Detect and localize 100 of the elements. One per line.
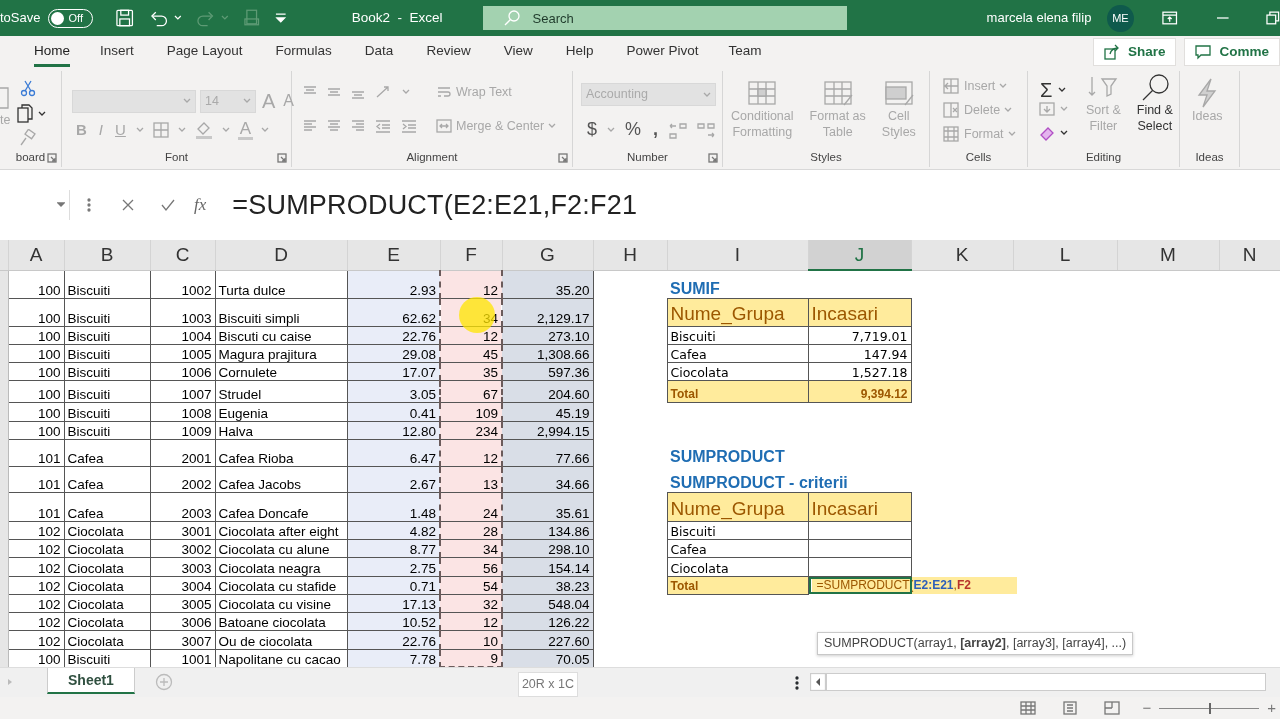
column-header[interactable]: I	[667, 240, 808, 270]
add-sheet-icon[interactable]	[154, 673, 173, 691]
group-label: Cells	[965, 150, 992, 166]
insert-function-button[interactable]: fx	[192, 192, 209, 218]
more-icon[interactable]	[794, 675, 801, 691]
table-cell: 3005	[150, 594, 215, 612]
ribbon-tab[interactable]: Formulas	[275, 36, 332, 68]
sheet-tab[interactable]: Sheet1	[47, 668, 135, 694]
table-cell: 1007	[150, 380, 215, 402]
font-name-field[interactable]	[72, 89, 196, 113]
scroll-tabs-icon[interactable]	[6, 677, 14, 687]
table-cell: 100	[8, 344, 64, 362]
comment-icon	[1195, 44, 1212, 60]
ribbon-tab[interactable]: Insert	[100, 36, 134, 68]
column-heading: Nume_Grupa	[667, 492, 808, 521]
restore-icon[interactable]	[1266, 11, 1280, 25]
borders-icon[interactable]	[151, 121, 170, 140]
dialog-launcher-icon[interactable]	[277, 153, 287, 163]
formula-field[interactable]: =SUMPRODUCT(E2:E21,F2:F21	[232, 184, 638, 226]
save-icon[interactable]	[115, 8, 135, 28]
column-heading: Incasari	[808, 492, 911, 521]
dialog-launcher-icon[interactable]	[708, 153, 718, 163]
ribbon-tab[interactable]: Review	[426, 36, 471, 68]
table-cell: Halva	[215, 421, 347, 439]
ribbon-tab[interactable]: View	[503, 36, 533, 68]
decrease-decimal-icon[interactable]	[696, 120, 717, 139]
fill-down-icon[interactable]	[1038, 101, 1056, 117]
table-cell: Strudel	[215, 380, 347, 402]
table-cell: Ciocolata neagra	[215, 557, 347, 576]
column-header[interactable]: K	[911, 240, 1013, 270]
table-cell: Biscuiti	[64, 270, 150, 298]
table-cell: 100	[8, 362, 64, 380]
dialog-launcher-icon[interactable]	[558, 153, 568, 163]
table-cell: 3002	[150, 539, 215, 557]
cancel-icon[interactable]	[121, 198, 135, 212]
column-header[interactable]: H	[593, 240, 667, 270]
page-break-icon[interactable]	[1104, 701, 1121, 715]
table-cell: 2001	[150, 439, 215, 466]
column-header[interactable]: D	[215, 240, 347, 270]
paste-icon[interactable]	[0, 85, 10, 111]
eraser-icon[interactable]	[1038, 125, 1056, 141]
find-select-button[interactable]: Find & Select	[1136, 73, 1173, 135]
table-cell: Cafea	[64, 439, 150, 466]
normal-view-icon[interactable]	[1020, 701, 1037, 715]
share-button[interactable]: Share	[1092, 38, 1177, 66]
caret-icon[interactable]	[1058, 87, 1067, 93]
column-header[interactable]: F	[440, 240, 502, 270]
zoom-slider-thumb[interactable]	[1209, 702, 1212, 714]
table-cell: 102	[8, 630, 64, 649]
table-cell: Ou de ciocolata	[215, 630, 347, 649]
table-cell: 1003	[150, 298, 215, 326]
table-cell: 102	[8, 576, 64, 594]
ribbon-tab[interactable]: Help	[565, 36, 594, 68]
section-title: SUMIF	[667, 270, 911, 298]
column-header[interactable]: B	[64, 240, 150, 270]
column-header[interactable]: L	[1013, 240, 1117, 270]
scroll-left-icon[interactable]	[810, 673, 827, 691]
table-cell: 2,129.17	[502, 298, 593, 326]
column-heading: Nume_Grupa	[667, 298, 808, 326]
enter-icon[interactable]	[160, 198, 176, 212]
autosum-button[interactable]: Σ	[1038, 75, 1055, 105]
currency-button[interactable]: $	[585, 116, 599, 143]
comments-button[interactable]: Comme	[1184, 38, 1280, 66]
page-layout-icon[interactable]	[1062, 701, 1079, 715]
group-label: Alignment	[406, 150, 458, 166]
ribbon-tab[interactable]: Power Pivot	[626, 36, 699, 68]
column-header[interactable]: M	[1117, 240, 1219, 270]
scissors-icon[interactable]	[20, 79, 36, 97]
avatar[interactable]: ME	[1107, 4, 1134, 32]
increase-indent-icon[interactable]	[400, 118, 418, 135]
percent-button[interactable]: %	[623, 116, 644, 143]
fill-color-icon[interactable]	[193, 120, 214, 141]
table-cell: 34.66	[502, 466, 593, 492]
group-label: Font	[165, 150, 188, 166]
copy-icon[interactable]	[16, 104, 34, 124]
caret-icon[interactable]	[38, 111, 46, 117]
zoom-out-button[interactable]: −	[1142, 696, 1152, 720]
ribbon-display-icon[interactable]	[1160, 10, 1178, 26]
format-painter-icon[interactable]	[18, 129, 36, 147]
column-header[interactable]: J	[808, 240, 911, 270]
ribbon-tab[interactable]: Data	[364, 36, 394, 68]
column-header[interactable]: N	[1219, 240, 1280, 270]
column-header[interactable]: A	[8, 240, 64, 270]
comma-style-button[interactable]: ,	[651, 116, 661, 143]
search-field[interactable]: Search	[482, 6, 847, 30]
table-cell: Biscuiti	[667, 521, 808, 539]
customize-icon[interactable]	[274, 11, 288, 25]
table-cell: 35.61	[502, 492, 593, 521]
table-cell: Ciocolata cu stafide	[215, 576, 347, 594]
decrease-indent-icon[interactable]	[374, 118, 392, 135]
zoom-in-button[interactable]: +	[1267, 696, 1276, 720]
caret-icon[interactable]	[1060, 130, 1068, 136]
column-header[interactable]: C	[150, 240, 215, 270]
column-header[interactable]: E	[347, 240, 440, 270]
column-header[interactable]: G	[502, 240, 593, 270]
ribbon-tab[interactable]: Team	[728, 36, 762, 68]
section-title: SUMPRODUCT - criterii	[667, 466, 911, 492]
ribbon-tab[interactable]: Page Layout	[166, 36, 243, 68]
increase-decimal-icon[interactable]	[668, 120, 689, 139]
dialog-launcher-icon[interactable]	[47, 153, 57, 163]
